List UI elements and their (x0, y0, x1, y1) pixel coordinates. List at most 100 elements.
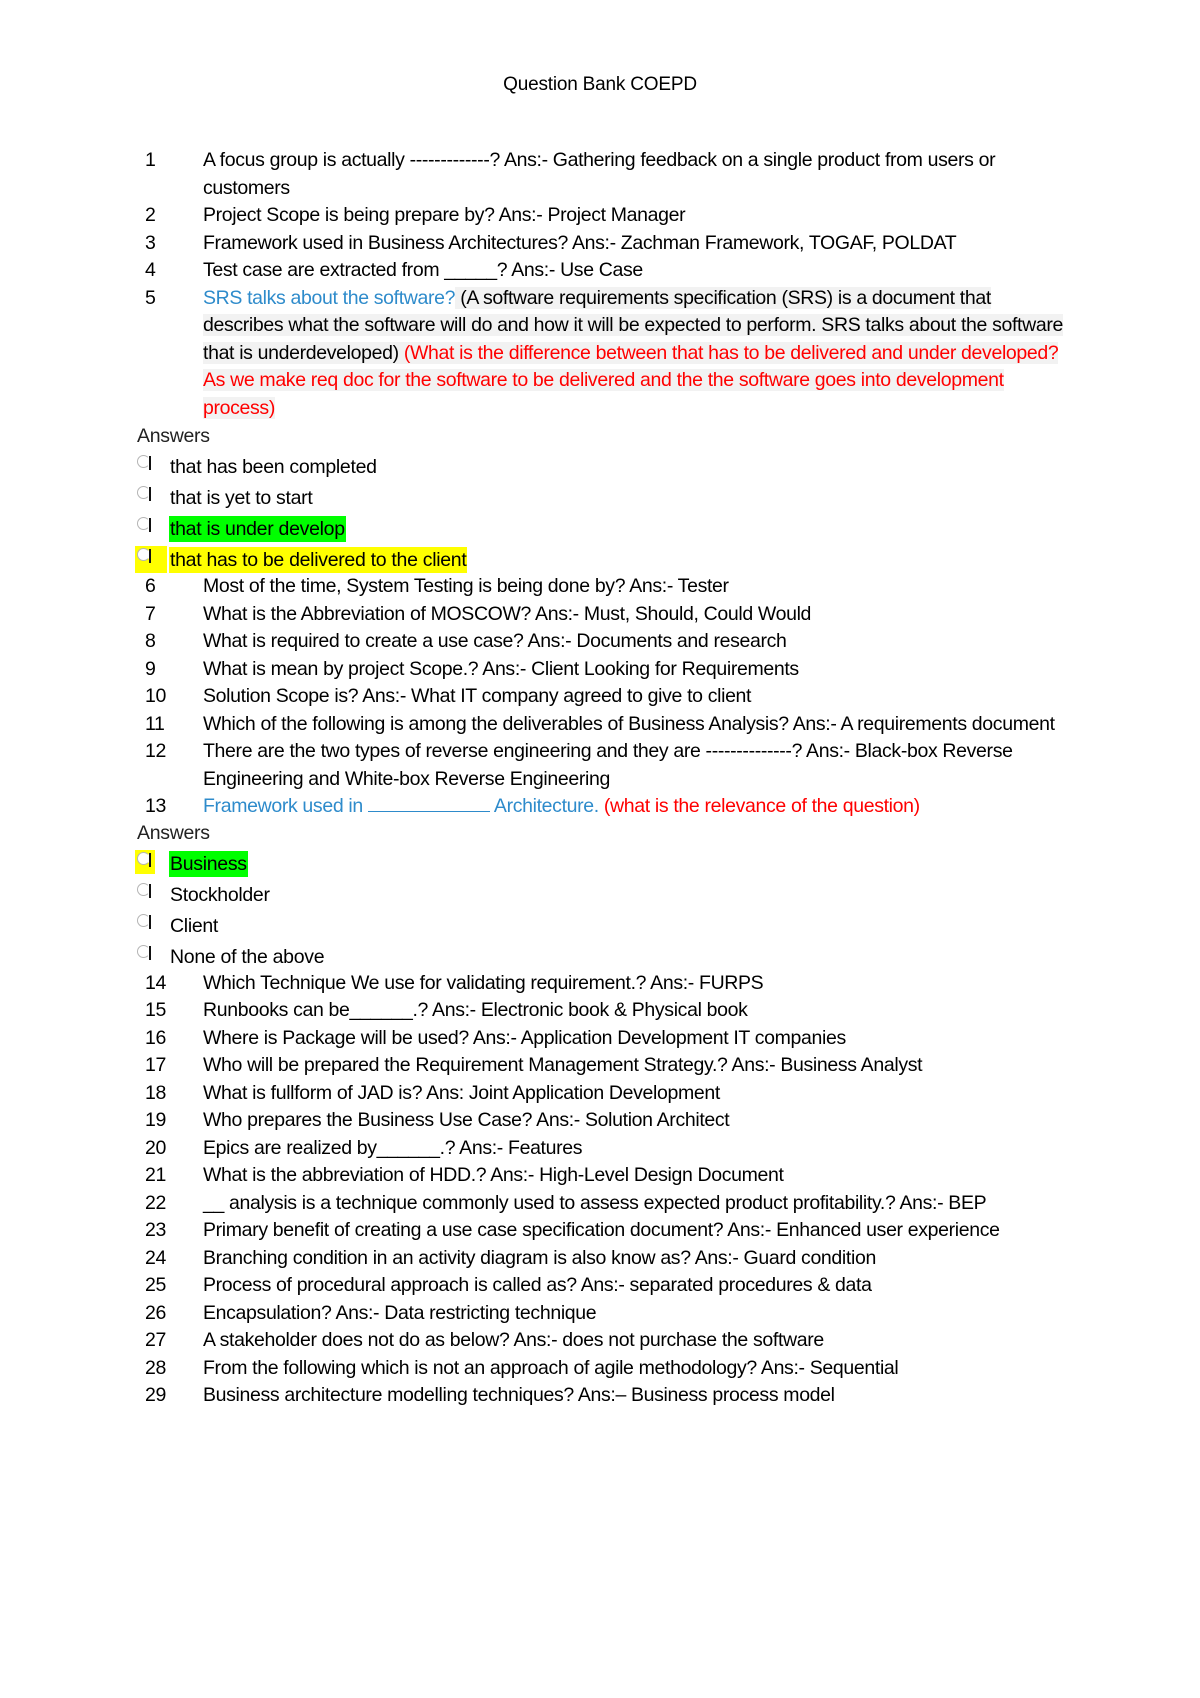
question-text: Primary benefit of creating a use case s… (203, 1219, 1000, 1241)
question-text: Which Technique We use for validating re… (203, 971, 764, 994)
question-text: Process of procedural approach is called… (203, 1274, 872, 1296)
question-number: 7 (145, 602, 156, 625)
radio-cursor-bar (149, 518, 151, 532)
radio-button[interactable] (137, 453, 169, 480)
question-text: What is the abbreviation of HDD.? Ans:- … (203, 1164, 784, 1186)
answer-option[interactable]: Stockholder (137, 877, 1075, 908)
question-text: From the following which is not an appro… (203, 1356, 899, 1379)
question-text: Test case are extracted from _____? Ans:… (203, 259, 643, 281)
question-number: 29 (145, 1384, 166, 1406)
question-number: 26 (145, 1301, 166, 1324)
question-text: Epics are realized by______.? Ans:- Feat… (203, 1136, 583, 1159)
answer-option[interactable]: that has to be delivered to the client (135, 542, 1075, 573)
question-number: 22 (145, 1191, 166, 1214)
question-number: 8 (145, 630, 156, 652)
radio-cursor-bar (149, 487, 151, 501)
question-item: 10 Solution Scope is? Ans:- What IT comp… (145, 683, 1075, 711)
radio-button[interactable] (137, 484, 169, 511)
question-number: 9 (145, 657, 156, 680)
question-number: 16 (145, 1026, 166, 1049)
question-text: A focus group is actually -------------?… (203, 149, 996, 199)
question-item: 2 Project Scope is being prepare by? Ans… (145, 202, 1075, 230)
question-item: 29 Business architecture modelling techni… (145, 1382, 1075, 1410)
question-text: Business architecture modelling techniqu… (203, 1384, 835, 1406)
question-item: 19 Who prepares the Business Use Case? An… (145, 1107, 1075, 1135)
question-text: What is fullform of JAD is? Ans: Joint A… (203, 1081, 720, 1104)
question-number: 14 (145, 971, 166, 994)
question-number: 10 (145, 685, 166, 707)
question-text: Branching condition in an activity diagr… (203, 1246, 876, 1269)
question-number: 1 (145, 149, 156, 171)
question-number: 17 (145, 1054, 166, 1076)
question-item: 17 Who will be prepared the Requirement M… (145, 1052, 1075, 1080)
question-number: 15 (145, 999, 166, 1021)
question-text: Framework used in Business Architectures… (203, 231, 957, 254)
answer-option[interactable]: Business (135, 846, 1075, 877)
question-number: 25 (145, 1274, 166, 1296)
document-page: Question Bank COEPD 1 A focus group is a… (0, 0, 1200, 1698)
question-text: Most of the time, System Testing is bein… (203, 575, 729, 597)
question-number: 27 (145, 1329, 166, 1351)
answer-option[interactable]: that is yet to start (137, 480, 1075, 511)
question-text: A stakeholder does not do as below? Ans:… (203, 1329, 824, 1351)
question-number: 12 (145, 740, 166, 762)
question-prompt-start: Framework used in (203, 795, 368, 817)
radio-button[interactable] (137, 881, 169, 908)
answer-option[interactable]: that has been completed (137, 449, 1075, 480)
question-text: Who will be prepared the Requirement Man… (203, 1054, 923, 1076)
question-item: 18 What is fullform of JAD is? Ans: Joint… (145, 1080, 1075, 1108)
radio-button[interactable] (137, 943, 169, 970)
radio-cursor-bar (149, 945, 151, 960)
radio-cursor-bar (149, 914, 151, 929)
question-text: Runbooks can be______.? Ans:- Electronic… (203, 999, 748, 1021)
radio-button[interactable] (135, 546, 169, 573)
question-number: 28 (145, 1356, 166, 1379)
answer-option[interactable]: Client (137, 908, 1075, 939)
question-item: 24 Branching condition in an activity dia… (145, 1245, 1075, 1273)
question-item: 15 Runbooks can be______.? Ans:- Electron… (145, 997, 1075, 1025)
question-item: 6 Most of the time, System Testing is be… (145, 573, 1075, 601)
answer-option-label: Stockholder (170, 883, 270, 906)
answer-options: Business Stockholder Client None of the … (135, 846, 1075, 970)
question-number: 21 (145, 1164, 166, 1186)
question-prompt: SRS talks about the software? (203, 286, 456, 309)
question-item: 27 A stakeholder does not do as below? An… (145, 1327, 1075, 1355)
fill-in-blank (367, 793, 490, 812)
question-prompt-end: Architecture. (489, 795, 599, 817)
question-item: 25 Process of procedural approach is call… (145, 1272, 1075, 1300)
question-number: 6 (145, 575, 156, 597)
question-item: 22 __ analysis is a technique commonly us… (145, 1190, 1075, 1218)
question-item: 28 From the following which is not an app… (145, 1355, 1075, 1383)
question-text: __ analysis is a technique commonly used… (203, 1191, 987, 1214)
question-text: There are the two types of reverse engin… (203, 740, 1013, 790)
answer-option-label-highlighted: Business (169, 850, 248, 877)
question-list: 1 A focus group is actually ------------… (135, 147, 1075, 1410)
question-text: Project Scope is being prepare by? Ans:-… (203, 204, 686, 226)
question-text: SRS talks about the software? (A softwar… (203, 285, 1075, 423)
question-number: 2 (145, 204, 156, 226)
answer-option-label-highlighted: that is under develop (169, 516, 346, 542)
radio-cursor-bar (149, 456, 151, 470)
question-item: 16 Where is Package will be used? Ans:- A… (145, 1025, 1075, 1053)
question-number: 24 (145, 1246, 166, 1269)
question-number: 13 (145, 795, 166, 817)
question-number: 23 (145, 1219, 166, 1241)
question-number: 3 (145, 231, 156, 254)
radio-button[interactable] (137, 515, 169, 542)
answer-options: that has been completed that is yet to s… (135, 449, 1075, 573)
answer-option[interactable]: None of the above (137, 939, 1075, 970)
question-item: 12 There are the two types of reverse en… (145, 738, 1075, 793)
question-item: 1 A focus group is actually ------------… (145, 147, 1075, 202)
radio-button[interactable] (137, 912, 169, 939)
radio-cursor-bar (149, 883, 151, 898)
answer-option[interactable]: that is under develop (137, 511, 1075, 542)
radio-button[interactable] (135, 849, 169, 877)
answer-option-label: Client (170, 914, 219, 937)
question-number: 18 (145, 1081, 166, 1104)
answers-label: Answers (137, 821, 210, 844)
answers-label: Answers (137, 425, 210, 447)
question-item-5: 5 SRS talks about the software? (A softw… (145, 285, 1075, 423)
question-item: 4 Test case are extracted from _____? An… (145, 257, 1075, 285)
radio-cursor-bar (149, 852, 151, 867)
question-list-continued: 14 Which Technique We use for validating … (145, 970, 1075, 1410)
